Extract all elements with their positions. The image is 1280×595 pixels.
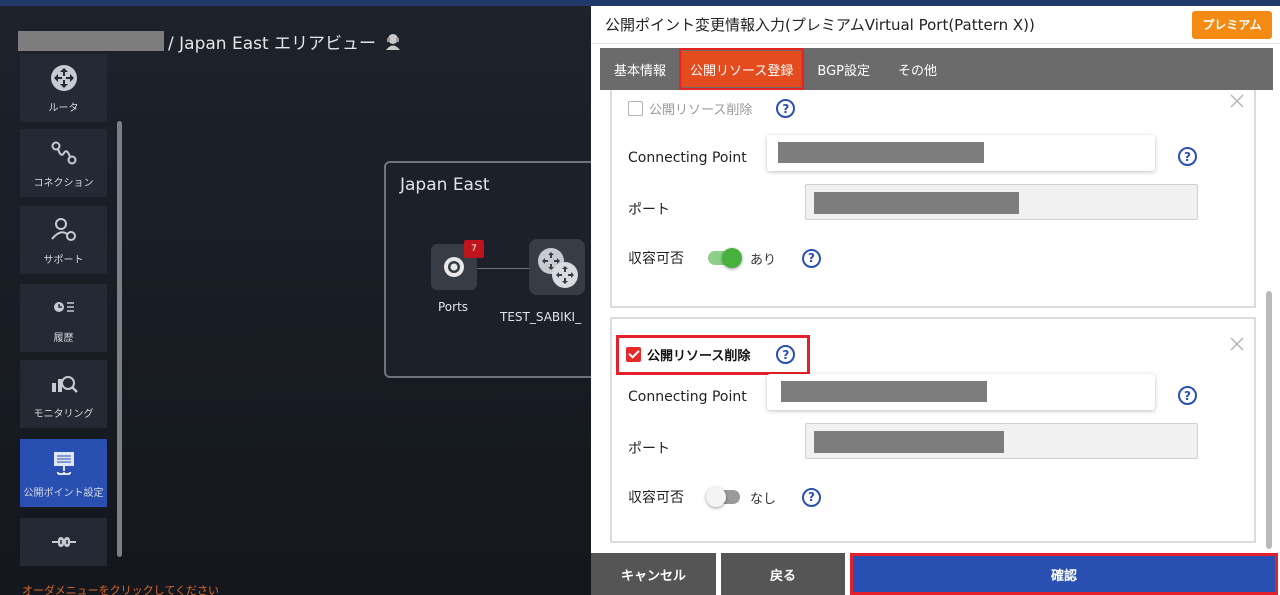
edit-panel: 公開ポイント変更情報入力(プレミアムVirtual Port(Pattern X… [591, 6, 1280, 595]
connecting-point-label: Connecting Point [628, 389, 747, 405]
port-label: ポート [628, 202, 670, 218]
resource-card: 公開リソース削除 ? Connecting Point ? ポート 収容可否 あ… [610, 90, 1256, 308]
connecting-point-row: Connecting Point [628, 150, 747, 166]
router-node[interactable] [529, 239, 585, 295]
link-line [477, 268, 531, 269]
sidebar-item-router[interactable]: ルータ [20, 54, 107, 122]
tab-public-resource[interactable]: 公開リソース登録 [679, 48, 805, 90]
tab-basic-info[interactable]: 基本情報 [600, 48, 680, 90]
capacity-row: 収容可否 なし ? [628, 487, 822, 507]
sidebar-item-label: モニタリング [33, 408, 94, 420]
region-title: Japan East [400, 175, 490, 195]
tab-bgp-settings[interactable]: BGP設定 [803, 48, 884, 90]
masked-value [778, 142, 984, 163]
sidebar-item-label: サポート [43, 254, 84, 266]
masked-value [781, 381, 987, 402]
sidebar-item-label: 履歴 [53, 332, 74, 344]
connecting-point-field[interactable] [767, 374, 1155, 410]
ports-count-badge: 7 [464, 240, 484, 258]
connecting-point-row: Connecting Point [628, 389, 747, 405]
capacity-toggle[interactable] [706, 487, 740, 507]
toggle-knob [722, 248, 742, 268]
tab-other[interactable]: その他 [884, 48, 951, 90]
panel-scrollbar[interactable] [1266, 291, 1272, 549]
panel-header: 公開ポイント変更情報入力(プレミアムVirtual Port(Pattern X… [591, 6, 1280, 44]
close-icon[interactable] [1230, 94, 1244, 108]
masked-value [814, 192, 1019, 214]
panel-footer: キャンセル 戻る 確認 [591, 553, 1280, 595]
delete-label: 公開リソース削除 [649, 103, 753, 118]
sidebar-item-public-point[interactable]: 公開ポイント設定 [20, 439, 107, 507]
area-view-background: / Japan East エリアビュー ルータ コネクション サポート 履歴 モ… [0, 6, 624, 595]
cloud-connect-icon [51, 537, 76, 547]
capacity-label: 収容可否 [628, 251, 684, 267]
sidebar-item-label: 公開ポイント設定 [23, 487, 104, 499]
breadcrumb: / Japan East エリアビュー [18, 30, 402, 54]
sidebar-item-label: コネクション [33, 177, 94, 189]
connecting-point-field[interactable] [767, 135, 1155, 171]
connection-icon [51, 141, 76, 164]
capacity-toggle[interactable] [708, 248, 742, 268]
router-label: TEST_SABIKI_ [500, 310, 582, 324]
delete-checkbox[interactable] [626, 347, 641, 362]
sidebar-item-support[interactable]: サポート [20, 206, 107, 274]
capacity-label: 収容可否 [628, 490, 684, 506]
connecting-point-label: Connecting Point [628, 150, 747, 166]
help-icon[interactable]: ? [1178, 386, 1197, 405]
user-icon [386, 34, 401, 50]
resource-card: 公開リソース削除 ? Connecting Point ? ポート 収容可否 な… [610, 317, 1256, 543]
router-icon [538, 248, 578, 288]
port-row: ポート [628, 199, 670, 219]
delete-label: 公開リソース削除 [647, 349, 751, 364]
port-field[interactable] [805, 184, 1198, 220]
masked-breadcrumb-text [18, 31, 164, 51]
ports-label: Ports [438, 300, 469, 314]
panel-title: 公開ポイント変更情報入力(プレミアムVirtual Port(Pattern X… [605, 16, 1035, 34]
help-icon[interactable]: ? [802, 248, 822, 268]
help-icon[interactable]: ? [802, 487, 822, 507]
sidebar-item-history[interactable]: 履歴 [20, 284, 107, 352]
help-icon[interactable]: ? [1178, 147, 1197, 166]
cancel-button[interactable]: キャンセル [591, 553, 716, 595]
sidebar-item-label: ルータ [48, 102, 79, 114]
delete-row: 公開リソース削除 ? [626, 345, 796, 364]
help-icon[interactable]: ? [776, 345, 796, 364]
monitoring-icon [51, 375, 78, 393]
premium-button[interactable]: プレミアム [1192, 10, 1272, 39]
tab-bar: 基本情報 公開リソース登録 BGP設定 その他 [600, 48, 1273, 90]
capacity-value: なし [750, 491, 777, 507]
region-box[interactable]: Japan East 7 Ports TEST_SABIKI_ [384, 161, 624, 378]
masked-value [814, 431, 1004, 453]
port-field[interactable] [805, 423, 1198, 459]
close-icon[interactable] [1230, 337, 1244, 351]
sidebar-item-connection[interactable]: コネクション [20, 129, 107, 197]
resource-list: 公開リソース削除 ? Connecting Point ? ポート 収容可否 あ… [610, 90, 1256, 548]
port-icon [444, 257, 464, 277]
sidebar-item-cloud-connect[interactable] [20, 518, 107, 566]
router-icon [50, 64, 77, 91]
public-point-icon [53, 451, 74, 475]
help-icon[interactable]: ? [776, 99, 796, 118]
capacity-row: 収容可否 あり ? [628, 248, 822, 268]
confirm-button[interactable]: 確認 [850, 553, 1278, 595]
sidebar-scrollbar[interactable] [117, 121, 122, 557]
sidebar-item-monitoring[interactable]: モニタリング [20, 360, 107, 428]
delete-checkbox[interactable] [628, 101, 643, 116]
back-button[interactable]: 戻る [721, 553, 845, 595]
support-icon [50, 217, 76, 241]
history-icon [53, 301, 74, 312]
breadcrumb-text: / Japan East エリアビュー [168, 33, 377, 54]
delete-row: 公開リソース削除 ? [628, 99, 796, 118]
toggle-knob [706, 487, 726, 507]
order-menu-hint: オーダメニューをクリックしてください [22, 584, 220, 595]
capacity-value: あり [750, 252, 777, 268]
port-row: ポート [628, 438, 670, 458]
port-label: ポート [628, 441, 670, 457]
